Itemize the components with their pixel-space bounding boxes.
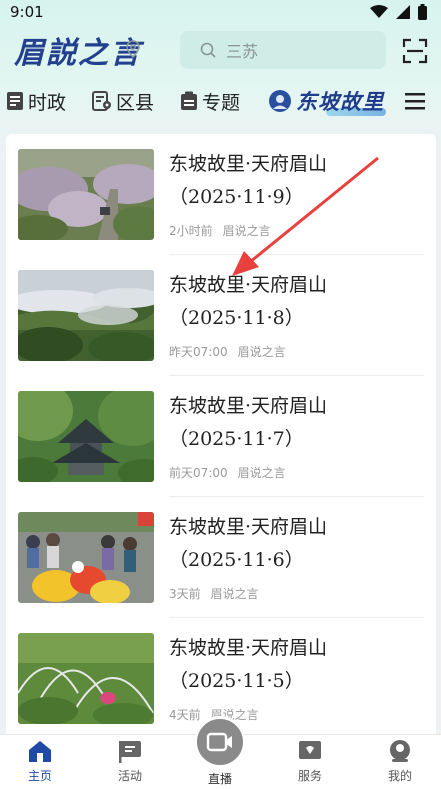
brand-tab-label: 东坡故里 (296, 86, 386, 116)
article-thumbnail (18, 270, 154, 361)
tab-dongpo-hometown[interactable]: 东坡故里 (268, 84, 386, 118)
article-meta: 2小时前 眉说之言 (169, 222, 271, 239)
status-bar: 9:01 (0, 0, 441, 24)
app-header: 眉説之言 三苏 (0, 28, 441, 74)
article-meta: 3天前 眉说之言 (169, 585, 259, 602)
article-meta: 前天07:00 眉说之言 (169, 464, 286, 481)
nav-service-label: 服务 (297, 769, 322, 783)
service-icon (299, 741, 321, 759)
search-icon (200, 42, 216, 58)
article-time: 3天前 (169, 587, 201, 601)
dongpo-portrait-icon (269, 90, 291, 112)
article-item[interactable]: 东坡故里·天府眉山 （2025·11·6） 3天前 眉说之言 (6, 497, 436, 618)
logo-text: 眉説之言 (14, 36, 142, 71)
wifi-icon (370, 5, 388, 18)
tab-districts[interactable]: 区县 (92, 84, 154, 118)
nav-mine-label: 我的 (387, 769, 412, 783)
tab-politics[interactable]: 时政 (6, 84, 66, 118)
article-item[interactable]: 东坡故里·天府眉山 （2025·11·9） 2小时前 眉说之言 (6, 134, 436, 255)
article-thumbnail (18, 391, 154, 482)
article-source: 眉说之言 (210, 587, 259, 601)
nav-home-label: 主页 (27, 769, 52, 783)
article-title: 东坡故里·天府眉山 （2025·11·6） (169, 516, 328, 571)
map-pin-doc-icon (92, 91, 111, 111)
status-time: 9:01 (10, 3, 44, 21)
article-title: 东坡故里·天府眉山 （2025·11·7） (169, 395, 328, 450)
nav-service[interactable]: 服务 (280, 739, 340, 784)
article-thumbnail (18, 149, 154, 240)
signal-icon (396, 5, 410, 19)
profile-icon (390, 740, 410, 762)
home-icon (29, 741, 51, 762)
channel-tabs: 时政 区县 专题 东坡故里 (0, 84, 441, 118)
nav-home[interactable]: 主页 (10, 739, 70, 784)
newspaper-icon (7, 92, 23, 110)
nav-live-label: 直播 (207, 772, 232, 786)
article-time: 昨天07:00 (169, 345, 228, 359)
article-meta: 昨天07:00 眉说之言 (169, 343, 286, 360)
tab-label: 时政 (28, 91, 67, 114)
flag-icon (119, 741, 141, 763)
tab-label: 区县 (116, 91, 155, 114)
scan-icon[interactable] (402, 38, 428, 64)
article-title: 东坡故里·天府眉山 （2025·11·9） (169, 153, 328, 208)
article-time: 2小时前 (169, 224, 213, 238)
nav-activity[interactable]: 活动 (100, 739, 160, 784)
article-time: 前天07:00 (169, 466, 228, 480)
article-item[interactable]: 东坡故里·天府眉山 （2025·11·7） 前天07:00 眉说之言 (6, 376, 436, 497)
nav-mine[interactable]: 我的 (370, 739, 430, 784)
video-camera-icon (206, 732, 232, 752)
brand-tab-text: 东坡故里 (296, 89, 384, 114)
clipboard-icon (181, 91, 197, 110)
article-thumbnail (18, 512, 154, 603)
location-pin-icon[interactable] (126, 40, 140, 58)
article-source: 眉说之言 (237, 345, 286, 359)
tab-topics[interactable]: 专题 (180, 84, 240, 118)
menu-icon[interactable] (404, 91, 426, 111)
search-placeholder: 三苏 (226, 42, 259, 61)
article-time: 4天前 (169, 708, 201, 722)
tab-label: 专题 (202, 91, 241, 114)
article-source: 眉说之言 (237, 466, 286, 480)
nav-activity-label: 活动 (117, 769, 142, 783)
article-title: 东坡故里·天府眉山 （2025·11·8） (169, 274, 328, 329)
battery-icon (418, 4, 427, 20)
article-item[interactable]: 东坡故里·天府眉山 （2025·11·8） 昨天07:00 眉说之言 (6, 255, 436, 376)
article-title: 东坡故里·天府眉山 （2025·11·5） (169, 637, 328, 692)
live-button[interactable] (194, 716, 246, 768)
search-input[interactable]: 三苏 (180, 31, 386, 69)
article-list: 东坡故里·天府眉山 （2025·11·9） 2小时前 眉说之言 东坡故里·天府眉… (6, 134, 436, 744)
article-thumbnail (18, 633, 154, 724)
article-source: 眉说之言 (222, 224, 271, 238)
app-logo: 眉説之言 (14, 30, 164, 71)
